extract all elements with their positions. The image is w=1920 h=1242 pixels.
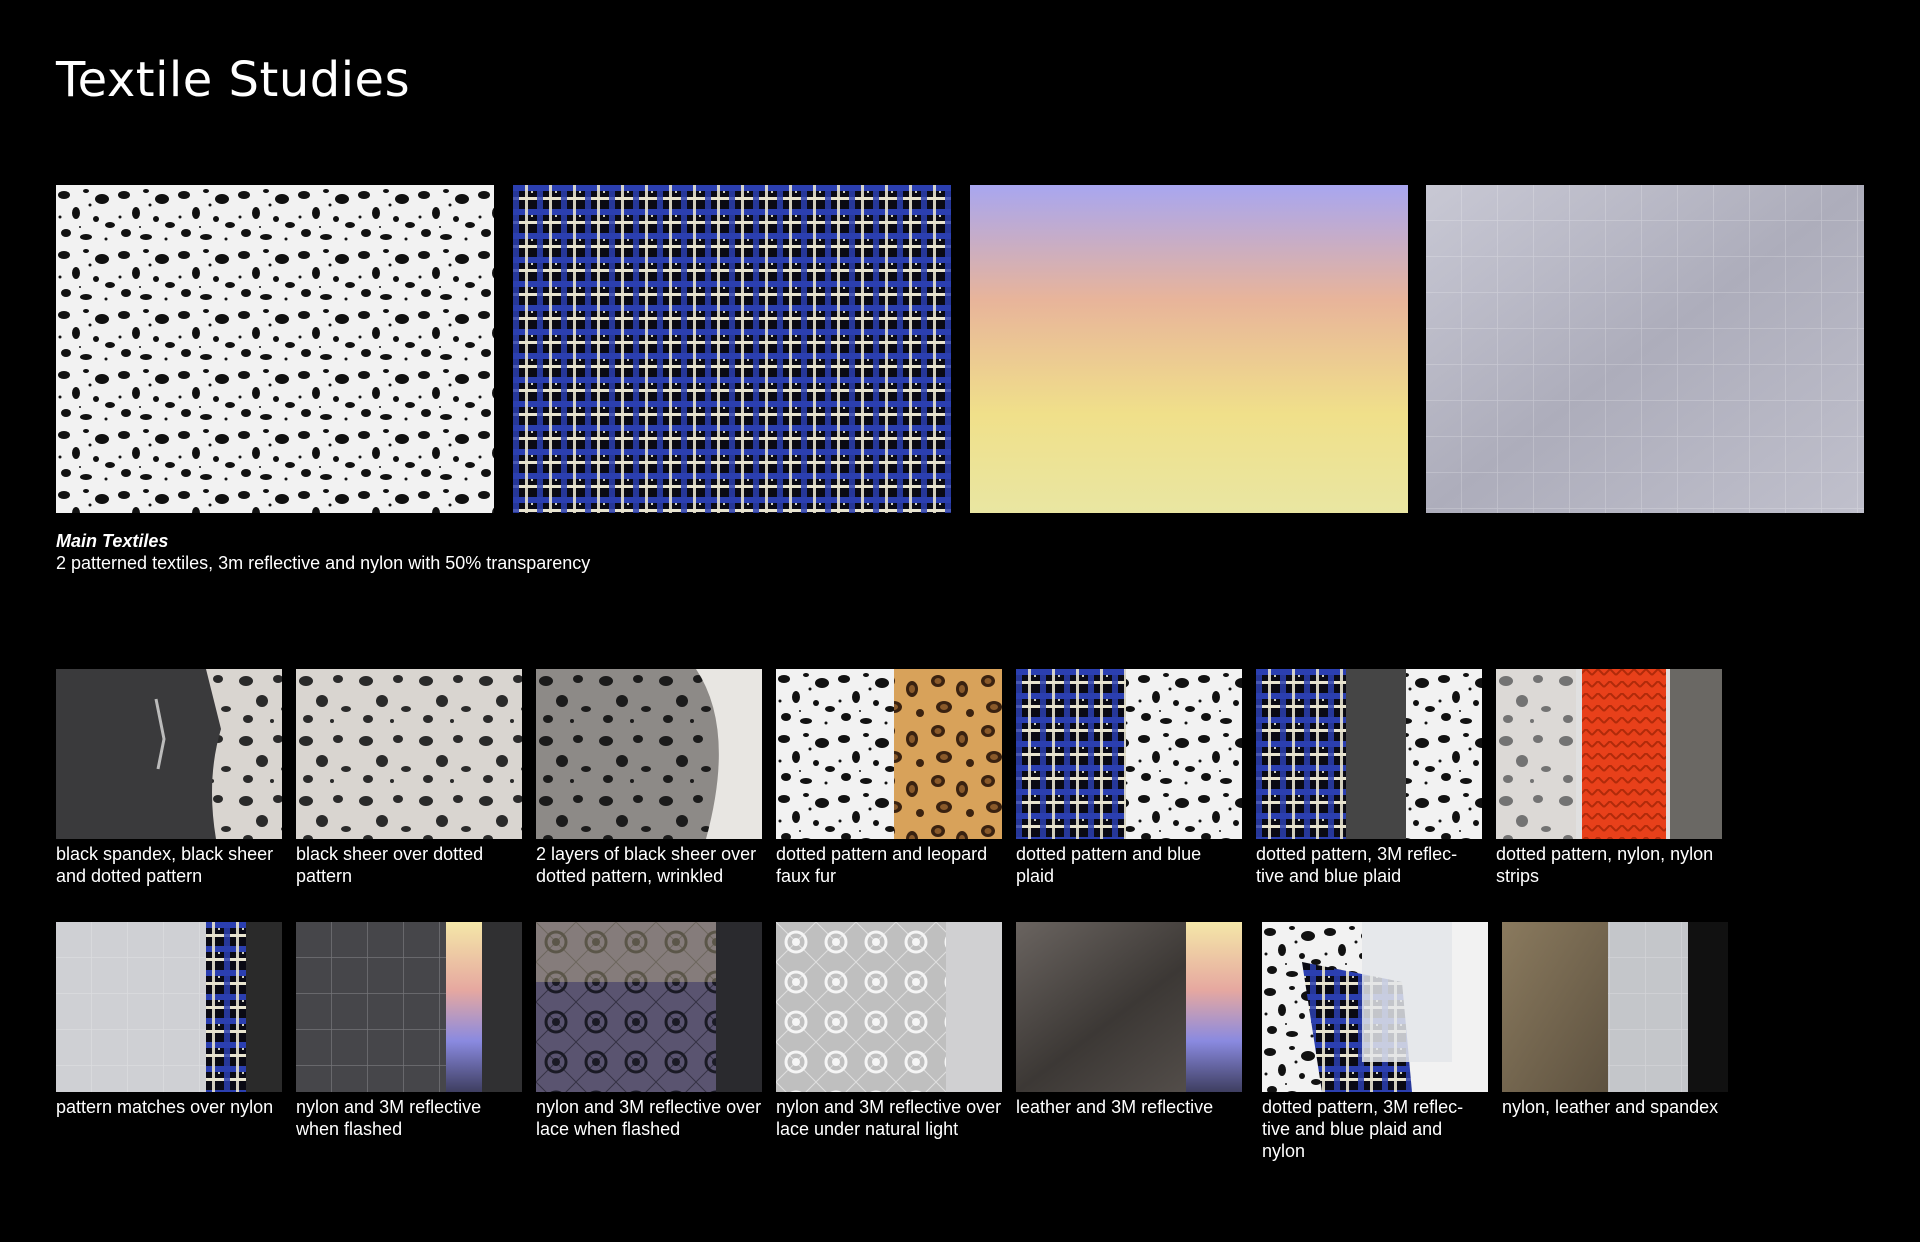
sample-thumb bbox=[1502, 922, 1728, 1092]
sample-label: black spandex, black sheer and dotted pa… bbox=[56, 844, 274, 886]
sample-label: dotted pattern, nylon, nylon strips bbox=[1496, 844, 1714, 886]
sample-card: dotted pattern, 3M reflec-tive and blue … bbox=[1256, 669, 1482, 887]
sample-thumb bbox=[1256, 669, 1482, 839]
nylon-swatch bbox=[1426, 185, 1864, 513]
sample-thumb bbox=[776, 669, 1002, 839]
sample-thumb bbox=[56, 669, 282, 839]
main-textiles-caption: Main Textiles 2 patterned textiles, 3m r… bbox=[56, 530, 956, 574]
sample-card: nylon, leather and spandex bbox=[1502, 922, 1728, 1118]
sample-card: dotted pattern, 3M reflec-tive and blue … bbox=[1262, 922, 1488, 1162]
sample-card: dotted pattern and blue plaid bbox=[1016, 669, 1242, 887]
sample-thumb bbox=[56, 922, 282, 1092]
sample-thumb bbox=[296, 922, 522, 1092]
sample-thumb bbox=[1262, 922, 1488, 1092]
sample-label: dotted pattern, 3M reflec-tive and blue … bbox=[1262, 1097, 1464, 1161]
dotted-pattern-swatch bbox=[56, 185, 494, 513]
sample-label: nylon, leather and spandex bbox=[1502, 1097, 1719, 1117]
sample-card: black sheer over dotted pattern bbox=[296, 669, 522, 887]
page-title: Textile Studies bbox=[56, 52, 411, 108]
sample-card: 2 layers of black sheer over dotted patt… bbox=[536, 669, 762, 887]
sample-card: nylon and 3M reflective when flashed bbox=[296, 922, 522, 1140]
caption-title: Main Textiles bbox=[56, 531, 169, 551]
sample-card: black spandex, black sheer and dotted pa… bbox=[56, 669, 282, 887]
sample-thumb bbox=[536, 669, 762, 839]
sample-label: nylon and 3M reflective over lace under … bbox=[776, 1097, 1002, 1139]
sample-label: nylon and 3M reflective when flashed bbox=[296, 1097, 482, 1139]
sample-label: pattern matches over nylon bbox=[56, 1097, 274, 1117]
sample-card: dotted pattern and leopard faux fur bbox=[776, 669, 1002, 887]
sample-card: nylon and 3M reflective over lace under … bbox=[776, 922, 1002, 1140]
sample-card: pattern matches over nylon bbox=[56, 922, 282, 1118]
sample-card: leather and 3M reflective bbox=[1016, 922, 1242, 1118]
sample-thumb bbox=[296, 669, 522, 839]
3m-reflective-swatch bbox=[970, 185, 1408, 513]
sample-card: dotted pattern, nylon, nylon strips bbox=[1496, 669, 1722, 887]
sample-label: dotted pattern and blue plaid bbox=[1016, 844, 1202, 886]
sample-label: black sheer over dotted pattern bbox=[296, 844, 484, 886]
sample-label: dotted pattern, 3M reflec-tive and blue … bbox=[1256, 844, 1458, 886]
blue-plaid-swatch bbox=[513, 185, 951, 513]
sample-thumb bbox=[1016, 669, 1242, 839]
sample-thumb bbox=[1016, 922, 1242, 1092]
main-textiles-row bbox=[56, 185, 1864, 513]
sample-thumb bbox=[536, 922, 762, 1092]
sample-card: nylon and 3M reflective over lace when f… bbox=[536, 922, 762, 1140]
sample-label: nylon and 3M reflective over lace when f… bbox=[536, 1097, 762, 1139]
sample-label: leather and 3M reflective bbox=[1016, 1097, 1214, 1117]
sample-thumb bbox=[1496, 669, 1722, 839]
sample-label: 2 layers of black sheer over dotted patt… bbox=[536, 844, 757, 886]
caption-description: 2 patterned textiles, 3m reflective and … bbox=[56, 553, 591, 573]
sample-thumb bbox=[776, 922, 1002, 1092]
sample-label: dotted pattern and leopard faux fur bbox=[776, 844, 988, 886]
